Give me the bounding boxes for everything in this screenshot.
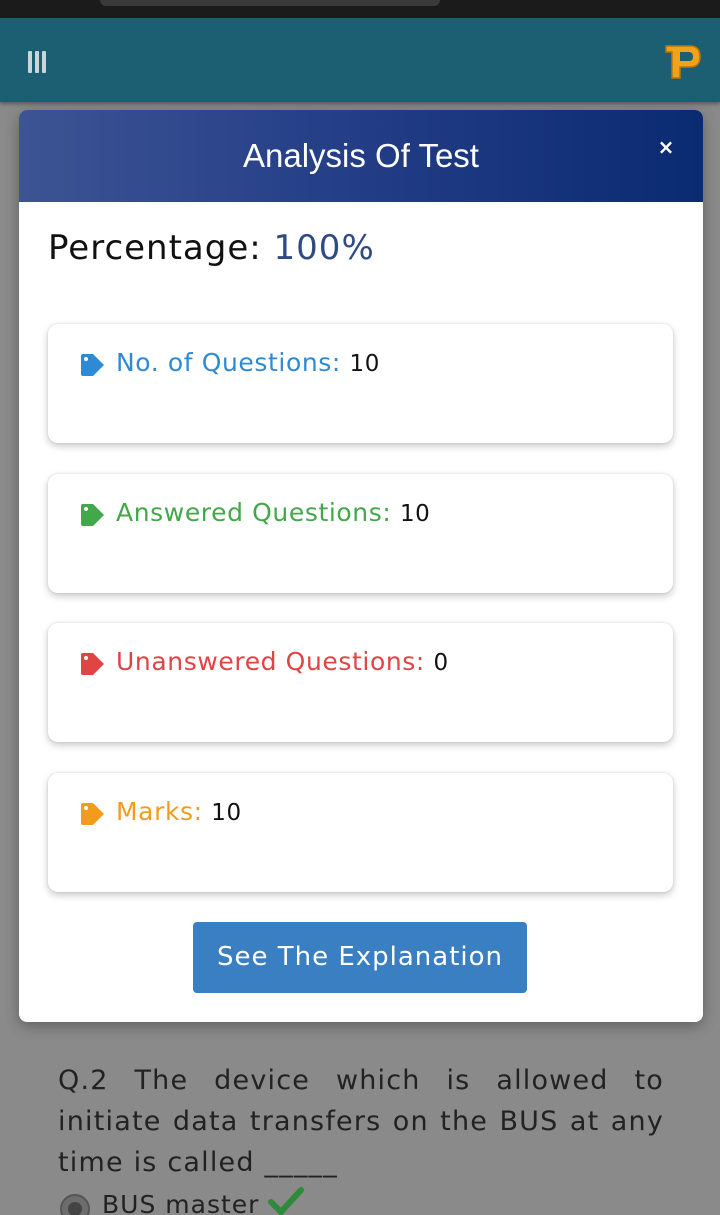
stat-text: Unanswered Questions: 0 (116, 647, 449, 676)
modal-title: Analysis Of Test (243, 137, 479, 174)
stat-card-total-questions: No. of Questions: 10 (48, 324, 673, 443)
percentage-row: Percentage: 100% (48, 228, 375, 272)
tag-icon (81, 653, 104, 675)
stat-value: 10 (349, 351, 380, 377)
option-label: BUS master (102, 1190, 260, 1215)
stat-card-marks: Marks: 10 (48, 773, 673, 892)
stat-card-unanswered: Unanswered Questions: 0 (48, 623, 673, 742)
close-icon[interactable]: × (653, 134, 679, 160)
question-text: Q.2 The device which is allowed to initi… (58, 1065, 664, 1178)
modal-header: Analysis Of Test × (19, 110, 703, 202)
app-logo-icon[interactable] (662, 42, 702, 82)
percentage-label: Percentage: (48, 228, 262, 268)
stat-label: Unanswered Questions: (116, 647, 425, 676)
tag-icon (81, 504, 104, 526)
app-bar (0, 18, 720, 102)
tag-icon (81, 354, 104, 376)
camera-notch (100, 0, 440, 6)
menu-icon[interactable] (22, 46, 54, 78)
stat-text: No. of Questions: 10 (116, 348, 380, 377)
check-icon (268, 1187, 304, 1215)
analysis-modal: Analysis Of Test × Percentage: 100% No. … (19, 110, 703, 1022)
stat-card-answered: Answered Questions: 10 (48, 474, 673, 593)
stat-label: Marks: (116, 797, 203, 826)
radio-button[interactable] (60, 1194, 90, 1215)
stat-label: No. of Questions: (116, 348, 341, 377)
stat-value: 10 (399, 501, 431, 527)
stat-value: 10 (211, 800, 242, 826)
percentage-value: 100% (273, 228, 375, 268)
stat-text: Marks: 10 (116, 797, 242, 826)
stat-text: Answered Questions: 10 (116, 498, 430, 527)
status-bar (0, 0, 720, 18)
see-explanation-button[interactable]: See The Explanation (193, 922, 527, 993)
stat-value: 0 (433, 650, 449, 676)
answer-option[interactable]: BUS master (58, 1186, 458, 1215)
tag-icon (81, 803, 104, 825)
stat-label: Answered Questions: (116, 498, 392, 527)
